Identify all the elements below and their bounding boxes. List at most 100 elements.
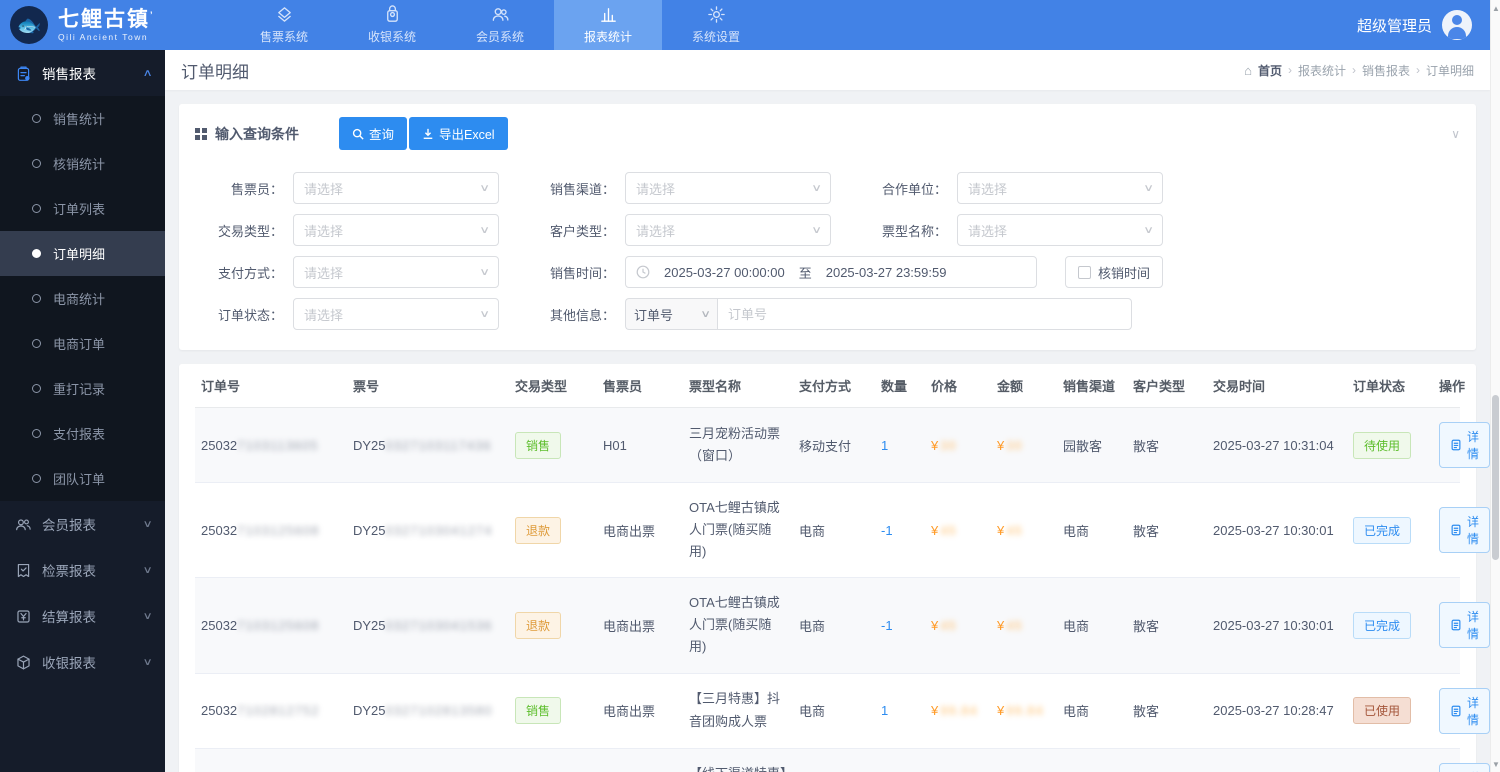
- breadcrumb-separator: ›: [1415, 63, 1420, 77]
- bullet-circle-icon: [32, 159, 41, 168]
- time-to-value[interactable]: 2025-03-27 23:59:59: [826, 265, 947, 280]
- cell-payment: 电商: [793, 748, 875, 772]
- sidebar-group-box[interactable]: 收银报表 ∨: [0, 639, 165, 685]
- sidebar-group-label: 结算报表: [42, 610, 96, 625]
- nav-item-label: 售票系统: [259, 30, 308, 44]
- nav-item-gear[interactable]: 系统设置: [662, 0, 770, 50]
- form-field: 销售渠道 请选择 ∨: [527, 172, 831, 204]
- cell-price: ¥99.84: [925, 673, 991, 749]
- masked-ticket-no: 0327102813580: [385, 703, 493, 719]
- detail-button[interactable]: 详情: [1439, 687, 1490, 734]
- order-number-input[interactable]: [717, 298, 1132, 330]
- field-select[interactable]: 请选择 ∨: [293, 214, 499, 246]
- nav-item-ticket[interactable]: 售票系统: [230, 0, 338, 50]
- nav-item-chart[interactable]: 报表统计: [554, 0, 662, 50]
- field-select[interactable]: 请选择 ∨: [957, 172, 1163, 204]
- masked-order-no: 7103113605: [237, 437, 319, 453]
- current-user-name[interactable]: 超级管理员: [1357, 15, 1432, 36]
- scroll-down-arrow[interactable]: ▼: [1491, 758, 1500, 770]
- scroll-up-arrow[interactable]: ▲: [1491, 2, 1500, 14]
- bullet-circle-icon: [32, 294, 41, 303]
- sidebar-item[interactable]: 订单列表: [0, 186, 165, 231]
- detail-button[interactable]: 详情: [1439, 422, 1490, 468]
- field-select[interactable]: 请选择 ∨: [625, 214, 831, 246]
- download-icon: [423, 128, 433, 139]
- sidebar-item[interactable]: 重打记录: [0, 366, 165, 411]
- sidebar-group-settle[interactable]: 结算报表 ∨: [0, 593, 165, 639]
- sidebar-item[interactable]: 核销统计: [0, 141, 165, 186]
- nav-item-cashier[interactable]: 收银系统: [338, 0, 446, 50]
- payment-method-select[interactable]: 请选择 ∨: [293, 256, 499, 288]
- document-icon: [1450, 705, 1462, 717]
- form-field: 交易类型 请选择 ∨: [195, 214, 499, 246]
- search-button[interactable]: 查询: [339, 117, 408, 150]
- chevron-down-icon: ∨: [1142, 224, 1154, 236]
- cell-ticket-name: 【线下渠道特惠】三月成人票: [683, 748, 793, 772]
- table-row: 250327102812557 DY250327102828530 销售 电商出…: [195, 748, 1490, 772]
- gear-icon: [707, 5, 726, 24]
- masked-order-no: 7103125608: [237, 617, 320, 633]
- cell-transaction-type: 销售: [509, 673, 597, 749]
- cell-payment: 电商: [793, 482, 875, 579]
- field-label: 合作单位: [859, 179, 947, 198]
- logo-subtitle: Qili Ancient Town: [58, 31, 149, 42]
- time-from-value[interactable]: 2025-03-27 00:00:00: [664, 265, 785, 280]
- sidebar-item[interactable]: 支付报表: [0, 411, 165, 456]
- breadcrumb-item[interactable]: 销售报表: [1362, 62, 1410, 79]
- detail-button[interactable]: 详情: [1439, 507, 1490, 554]
- cell-channel: 电商: [1057, 577, 1127, 674]
- sale-time-range-input[interactable]: 2025-03-27 00:00:00 至 2025-03-27 23:59:5…: [625, 256, 1037, 288]
- verify-time-toggle-button[interactable]: 核销时间: [1065, 256, 1164, 288]
- query-section-title: 输入查询条件: [215, 125, 299, 142]
- ticket-icon: [275, 5, 294, 24]
- sidebar-item[interactable]: 团队订单: [0, 456, 165, 501]
- other-info-type-select[interactable]: 订单号 ∨: [625, 298, 717, 330]
- cell-ticket-name: OTA七鲤古镇成人门票(随买随用): [683, 482, 793, 579]
- collapse-section-icon[interactable]: ∨: [1451, 127, 1460, 141]
- field-select[interactable]: 请选择 ∨: [957, 214, 1163, 246]
- table-row: 250327103113605 DY250327103117436 销售 H01…: [195, 407, 1490, 483]
- checkbox-icon[interactable]: [1078, 265, 1091, 279]
- field-select[interactable]: 请选择 ∨: [293, 172, 499, 204]
- masked-amount: 99.84: [1006, 703, 1044, 719]
- time-separator: 至: [798, 265, 812, 281]
- cell-order-status: 已完成: [1347, 482, 1433, 579]
- field-select[interactable]: 请选择 ∨: [625, 172, 831, 204]
- sidebar-item[interactable]: 电商订单: [0, 321, 165, 366]
- nav-item-member[interactable]: 会员系统: [446, 0, 554, 50]
- cell-channel: 电商: [1057, 673, 1127, 749]
- cell-payment: 电商: [793, 577, 875, 674]
- chevron-down-icon: ∨: [1142, 182, 1154, 194]
- sidebar-group-ticketcheck[interactable]: 检票报表 ∨: [0, 547, 165, 593]
- currency-symbol: ¥: [931, 617, 939, 633]
- select-placeholder: 请选择: [968, 223, 1008, 239]
- breadcrumb-item[interactable]: 报表统计: [1298, 62, 1346, 79]
- detail-button[interactable]: 详情: [1439, 602, 1490, 649]
- cell-channel: 园散客: [1057, 407, 1127, 483]
- sidebar-item[interactable]: 销售统计: [0, 96, 165, 141]
- user-avatar[interactable]: [1442, 10, 1472, 40]
- sidebar-item-label: 电商统计: [53, 292, 106, 307]
- sidebar-item[interactable]: 订单明细: [0, 231, 165, 276]
- field-label: 票型名称: [859, 221, 947, 240]
- sidebar-item[interactable]: 电商统计: [0, 276, 165, 321]
- scrollbar-thumb[interactable]: [1492, 395, 1499, 560]
- other-info-compound-input: 订单号 ∨: [625, 298, 1132, 330]
- cell-actions: 详情: [1433, 577, 1490, 674]
- masked-amount: 99.84: [940, 703, 978, 719]
- export-excel-button[interactable]: 导出Excel: [409, 117, 508, 150]
- sidebar-group-clipboard[interactable]: 销售报表 ∧: [0, 50, 165, 96]
- window-scrollbar[interactable]: ▲ ▼: [1490, 0, 1500, 772]
- masked-amount: 45: [1006, 617, 1023, 633]
- sidebar-group-people[interactable]: 会员报表 ∨: [0, 501, 165, 547]
- sidebar-item-label: 支付报表: [53, 427, 106, 442]
- form-field: 票型名称 请选择 ∨: [859, 214, 1163, 246]
- bullet-circle-icon: [32, 249, 41, 258]
- order-status-select[interactable]: 请选择 ∨: [293, 298, 499, 330]
- column-header: 订单状态: [1347, 364, 1433, 408]
- cashier-icon: [383, 5, 402, 24]
- breadcrumb-item[interactable]: 订单明细: [1426, 62, 1474, 79]
- detail-button[interactable]: 详情: [1439, 762, 1490, 772]
- breadcrumb-item[interactable]: 首页: [1258, 62, 1282, 79]
- masked-amount: 45: [1006, 522, 1023, 538]
